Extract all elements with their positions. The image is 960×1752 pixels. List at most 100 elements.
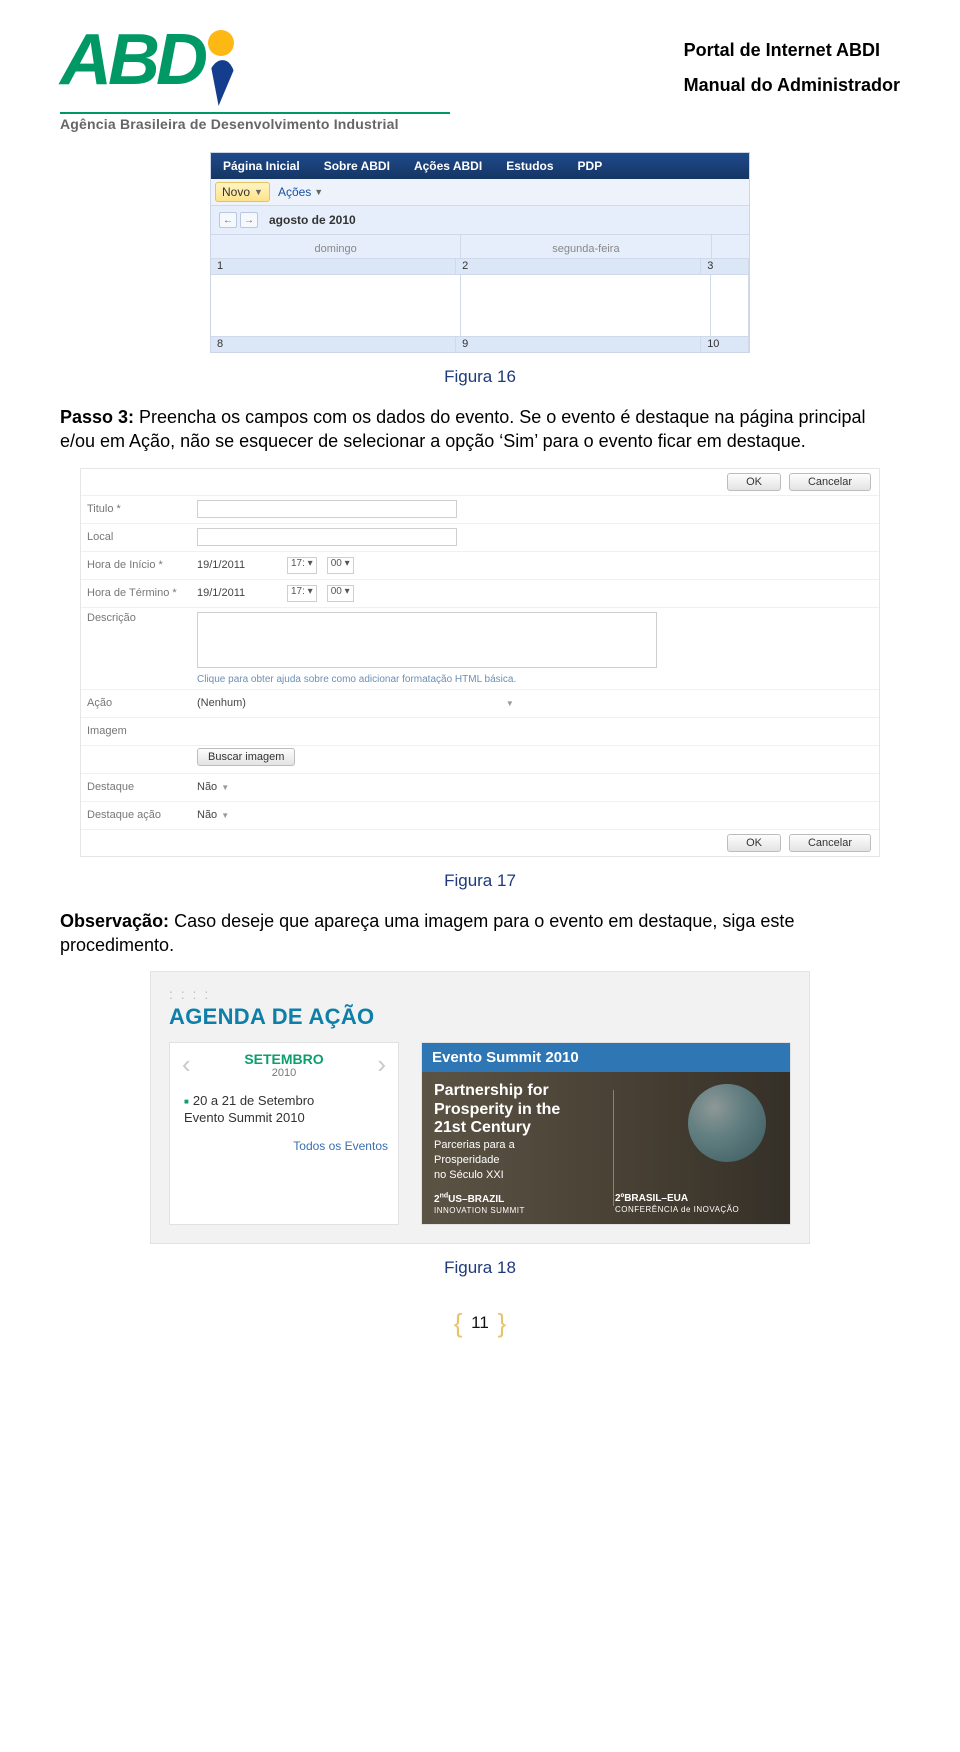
agenda-title: AGENDA DE AÇÃO (169, 1004, 791, 1030)
chevron-down-icon: ▼ (221, 783, 229, 792)
figure-17-caption: Figura 17 (60, 871, 900, 891)
globe-icon (688, 1084, 766, 1162)
calendar-cell[interactable]: 10 (701, 336, 749, 352)
calendar-cell[interactable]: 3 (701, 258, 749, 274)
day-header-extra (712, 235, 749, 258)
label-hora-inicio: Hora de Início * (87, 559, 197, 571)
next-month-button[interactable]: → (240, 212, 258, 228)
calendar-empty-cell[interactable] (461, 274, 711, 336)
inicio-min-select[interactable]: 00 ▾ (327, 557, 354, 574)
termino-min-select[interactable]: 00 ▾ (327, 585, 354, 602)
tab-estudos[interactable]: Estudos (494, 153, 565, 179)
agenda-year: 2010 (191, 1067, 378, 1079)
calendar-empty-cell[interactable] (211, 274, 461, 336)
acoes-menu[interactable]: Ações ▼ (278, 185, 323, 199)
calendar-cell[interactable]: 2 (456, 258, 701, 274)
ok-button-top[interactable]: OK (727, 473, 781, 491)
hero-sub-left: 2ndUS–BRAZIL INNOVATION SUMMIT (434, 1193, 597, 1216)
logo-letter-b: B (108, 30, 156, 91)
logo-letter-a: A (60, 30, 108, 91)
calendar-cell[interactable]: 1 (211, 258, 456, 274)
abdi-logo: A B D Agência Brasileira de Desenvolvime… (60, 30, 450, 132)
page-number-value: 11 (471, 1313, 489, 1332)
label-destaque: Destaque (87, 781, 197, 793)
month-label: agosto de 2010 (269, 213, 356, 227)
agenda-month: SETEMBRO (191, 1051, 378, 1067)
calendar-day-header: domingo segunda-feira (211, 234, 749, 258)
destaque-select[interactable]: Não ▼ (197, 781, 229, 793)
figure-16-caption: Figura 16 (60, 367, 900, 387)
chevron-down-icon: ▼ (221, 811, 229, 820)
label-local: Local (87, 531, 197, 543)
agenda-highlight-title: Evento Summit 2010 (422, 1043, 790, 1072)
hero-divider (613, 1090, 614, 1206)
tab-pagina-inicial[interactable]: Página Inicial (211, 153, 312, 179)
screenshot-agenda: : : : : AGENDA DE AÇÃO ‹ SETEMBRO 2010 ›… (150, 971, 810, 1244)
ok-button-bottom[interactable]: OK (727, 834, 781, 852)
page-header: A B D Agência Brasileira de Desenvolvime… (60, 30, 900, 132)
bullet-icon: ■ (184, 1097, 189, 1106)
agenda-highlight-panel: Evento Summit 2010 Partnership for Prosp… (421, 1042, 791, 1225)
destaque-acao-value: Não (197, 809, 217, 821)
header-titles: Portal de Internet ABDI Manual do Admini… (684, 40, 900, 96)
helper-text[interactable]: Clique para obter ajuda sobre como adici… (81, 672, 879, 689)
inicio-date[interactable]: 19/1/2011 (197, 559, 277, 571)
chevron-down-icon: ▼ (506, 699, 514, 708)
label-titulo: Titulo * (87, 503, 197, 515)
logo-dot-icon (208, 30, 234, 56)
paragraph-observacao: Observação: Caso deseje que apareça uma … (60, 909, 900, 958)
hero-sub-right: 2ºBRASIL–EUA CONFERÊNCIA de INOVAÇÃO (597, 1193, 778, 1216)
agenda-hero-image: Partnership for Prosperity in the 21st C… (422, 1072, 790, 1224)
tab-pdp[interactable]: PDP (566, 153, 615, 179)
screenshot-form: OK Cancelar Titulo * Local Hora de Iníci… (80, 468, 880, 857)
destaque-value: Não (197, 781, 217, 793)
page-number: { 11 } (60, 1308, 900, 1339)
agenda-calendar-panel: ‹ SETEMBRO 2010 › ■20 a 21 de Setembro E… (169, 1042, 399, 1225)
agenda-next-month[interactable]: › (377, 1057, 386, 1073)
inicio-hour-select[interactable]: 17: ▾ (287, 557, 317, 574)
titulo-input[interactable] (197, 500, 457, 518)
logo-arrow-icon (205, 59, 238, 108)
tab-acoes-abdi[interactable]: Ações ABDI (402, 153, 494, 179)
acao-select[interactable]: (Nenhum) ▼ (197, 697, 514, 709)
local-input[interactable] (197, 528, 457, 546)
novo-label: Novo (222, 185, 250, 199)
logo-tagline: Agência Brasileira de Desenvolvimento In… (60, 112, 450, 132)
agenda-todos-link[interactable]: Todos os Eventos (170, 1133, 398, 1163)
observacao-rest: Caso deseje que apareça uma imagem para … (60, 911, 794, 955)
header-title-2: Manual do Administrador (684, 75, 900, 96)
cancel-button-bottom[interactable]: Cancelar (789, 834, 871, 852)
label-descricao: Descrição (87, 612, 197, 624)
calendar-cell[interactable]: 9 (456, 336, 701, 352)
chevron-down-icon: ▼ (314, 187, 323, 197)
termino-hour-select[interactable]: 17: ▾ (287, 585, 317, 602)
passo3-rest: Preencha os campos com os dados do event… (60, 407, 866, 451)
observacao-lead: Observação: (60, 911, 169, 931)
header-title-1: Portal de Internet ABDI (684, 40, 900, 61)
prev-month-button[interactable]: ← (219, 212, 237, 228)
figure-18-caption: Figura 18 (60, 1258, 900, 1278)
passo3-lead: Passo 3: (60, 407, 134, 427)
destaque-acao-select[interactable]: Não ▼ (197, 809, 229, 821)
label-acao: Ação (87, 697, 197, 709)
agenda-prev-month[interactable]: ‹ (182, 1057, 191, 1073)
tab-sobre-abdi[interactable]: Sobre ABDI (312, 153, 402, 179)
buscar-imagem-button[interactable]: Buscar imagem (197, 748, 295, 766)
agenda-item-name: Evento Summit 2010 (184, 1110, 305, 1125)
day-header-segunda: segunda-feira (461, 235, 711, 258)
agenda-event-item[interactable]: ■20 a 21 de Setembro Evento Summit 2010 (170, 1081, 398, 1133)
calendar-empty-cell[interactable] (711, 274, 749, 336)
descricao-textarea[interactable] (197, 612, 657, 668)
cancel-button-top[interactable]: Cancelar (789, 473, 871, 491)
agenda-dots-icon: : : : : (169, 986, 791, 1002)
termino-date[interactable]: 19/1/2011 (197, 587, 277, 599)
novo-button[interactable]: Novo ▼ (215, 182, 270, 202)
hero-pt3: no Século XXI (434, 1169, 778, 1182)
acoes-label: Ações (278, 185, 311, 199)
calendar-cell[interactable]: 8 (211, 336, 456, 352)
paragraph-passo3: Passo 3: Preencha os campos com os dados… (60, 405, 900, 454)
chevron-down-icon: ▼ (254, 187, 263, 197)
label-imagem: Imagem (87, 725, 197, 737)
label-hora-termino: Hora de Término * (87, 587, 197, 599)
nav-tabs: Página Inicial Sobre ABDI Ações ABDI Est… (211, 153, 749, 179)
